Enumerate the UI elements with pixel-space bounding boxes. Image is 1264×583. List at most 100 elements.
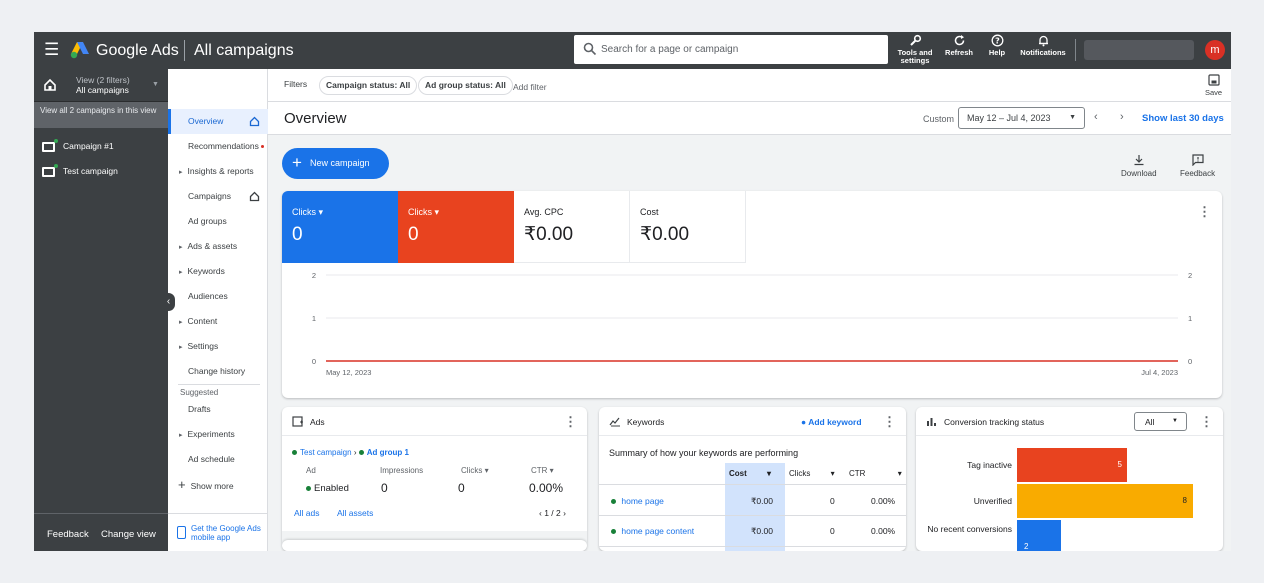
account-info[interactable] [1084,40,1194,60]
conversion-filter-select[interactable]: All ▼ [1134,412,1187,431]
feedback-label: Feedback [1180,169,1216,178]
nav-item-keywords[interactable]: Keywords [168,259,268,284]
conversion-bar-value: 8 [1182,496,1187,505]
conversion-category-label: Tag inactive [967,460,1012,470]
avatar[interactable]: m [1205,40,1225,60]
metric-tile-cost[interactable]: Cost ₹0.00 [630,191,746,263]
add-filter-button[interactable]: Add filter [513,82,547,92]
nav-item-insights[interactable]: Insights & reports [168,159,268,184]
filter-chip-campaign-status[interactable]: Campaign status: All [319,76,418,95]
column-header-ctr[interactable]: CTR ▾ [531,466,554,475]
next-icon[interactable]: › [563,508,566,518]
breadcrumb-campaign-link[interactable]: Test campaign [300,448,352,457]
nav-item-change-history[interactable]: Change history [168,359,268,384]
nav-item-experiments[interactable]: Experiments [168,422,268,447]
keyword-row-link[interactable]: home page [611,496,664,506]
add-keyword-button[interactable]: ● Add keyword [801,417,862,427]
keyword-row-link[interactable]: home page content [611,526,694,536]
previous-period-icon[interactable]: ‹ [1094,111,1098,123]
google-ads-app: ☰ Google Ads All campaigns Search for a … [34,32,1231,551]
chevron-down-icon: ▼ [1172,418,1178,424]
nav-item-campaigns[interactable]: Campaigns [168,184,268,209]
date-range-select[interactable]: May 12 – Jul 4, 2023 ▼ [958,107,1085,129]
previous-icon[interactable]: ‹ [539,508,542,518]
bar-chart-icon [927,418,936,426]
notifications-button[interactable]: Notifications [1018,34,1068,57]
nav-item-ads-assets[interactable]: Ads & assets [168,234,268,259]
nav-item-ad-schedule[interactable]: Ad schedule [168,447,268,472]
column-header-clicks[interactable]: Clicks ▾ [461,466,489,475]
nav-item-overview[interactable]: Overview [168,109,268,134]
wrench-icon [909,34,921,46]
column-header-impressions: Impressions [380,466,424,475]
all-ads-link[interactable]: All ads [294,508,320,518]
conversion-bar[interactable]: 2 [1017,520,1061,551]
nav-label: Change history [188,366,246,376]
menu-icon[interactable]: ☰ [44,41,59,59]
collapse-menu-button[interactable]: ‹ [162,293,175,311]
keywords-summary: Summary of how your keywords are perform… [609,448,799,458]
nav-item-settings[interactable]: Settings [168,334,268,359]
change-view-link[interactable]: Change view [101,529,156,540]
mobile-app-label: Get the Google Ads mobile app [191,524,261,542]
metric-label: Clicks ▾ [408,207,440,217]
more-options-icon[interactable]: ⋮ [883,415,896,428]
all-assets-link[interactable]: All assets [337,508,373,518]
metric-tile-clicks-primary[interactable]: Clicks ▾ 0 [282,191,398,263]
save-button[interactable]: Save [1205,74,1222,97]
breadcrumb-adgroup-link[interactable]: Ad group 1 [367,448,409,457]
pagination[interactable]: ‹ 1 / 2 › [539,508,566,518]
nav-item-audiences[interactable]: Audiences [168,284,268,309]
column-header-cost[interactable]: Cost ▾ [729,469,771,478]
campaign-item[interactable]: Campaign #1 [42,138,114,152]
feedback-button[interactable]: Feedback [1180,154,1215,178]
refresh-button[interactable]: Refresh [943,34,975,57]
search-input[interactable]: Search for a page or campaign [574,35,888,64]
keyword-cost: ₹0.00 [751,496,773,506]
more-options-icon[interactable]: ⋮ [564,415,577,428]
view-all-campaigns[interactable]: View all 2 campaigns in this view [34,102,168,128]
metric-tile-clicks-secondary[interactable]: Clicks ▾ 0 [398,191,514,263]
nav-item-recommendations[interactable]: Recommendations [168,134,268,159]
download-button[interactable]: Download [1121,154,1157,178]
nav-label: Ad groups [188,216,227,226]
ads-icon [292,416,303,427]
add-circle-icon: ● [801,417,807,427]
more-options-icon[interactable]: ⋮ [1198,205,1211,218]
plus-icon: + [178,477,186,492]
ad-status: Enabled [306,483,349,494]
filter-chip-ad-group-status[interactable]: Ad group status: All [418,76,513,95]
show-more-label: Show more [190,481,234,491]
nav-item-ad-groups[interactable]: Ad groups [168,209,268,234]
nav-item-content[interactable]: Content [168,309,268,334]
column-header-clicks[interactable]: Clicks ▾ [789,469,835,478]
new-campaign-button[interactable]: New campaign [282,148,389,179]
conversion-bar[interactable]: 8 [1017,484,1193,518]
nav-label: Experiments [187,429,235,439]
feedback-link[interactable]: Feedback [47,529,89,540]
nav-label: Overview [188,116,224,126]
suggested-heading: Suggested [180,388,219,397]
column-header-ctr[interactable]: CTR ▾ [849,469,902,478]
phone-icon [177,526,186,539]
nav-item-drafts[interactable]: Drafts [168,397,268,422]
tools-button[interactable]: Tools and settings [895,34,935,65]
campaign-icon [42,163,58,177]
top-bar: ☰ Google Ads All campaigns Search for a … [34,32,1231,69]
conversion-bar[interactable]: 5 [1017,448,1127,482]
show-last-30-days-link[interactable]: Show last 30 days [1142,113,1224,124]
view-selector[interactable]: View (2 filters) All campaigns ▼ [34,69,168,102]
show-more-button[interactable]: + Show more [168,472,268,497]
keywords-card-header: Keywords ● Add keyword ⋮ [599,407,906,436]
metric-tile-avg-cpc[interactable]: Avg. CPC ₹0.00 [514,191,630,263]
nav-label: Audiences [188,291,228,301]
mobile-app-promo[interactable]: Get the Google Ads mobile app [168,513,268,551]
filters-label: Filters [284,79,308,89]
next-period-icon[interactable]: › [1120,111,1124,123]
x-tick-label-end: Jul 4, 2023 [1141,368,1178,377]
campaign-item[interactable]: Test campaign [42,163,118,177]
status-dot-icon [611,529,616,535]
y-tick-label-right: 1 [1188,314,1192,323]
help-button[interactable]: ? Help [986,34,1008,57]
more-options-icon[interactable]: ⋮ [1200,415,1213,428]
